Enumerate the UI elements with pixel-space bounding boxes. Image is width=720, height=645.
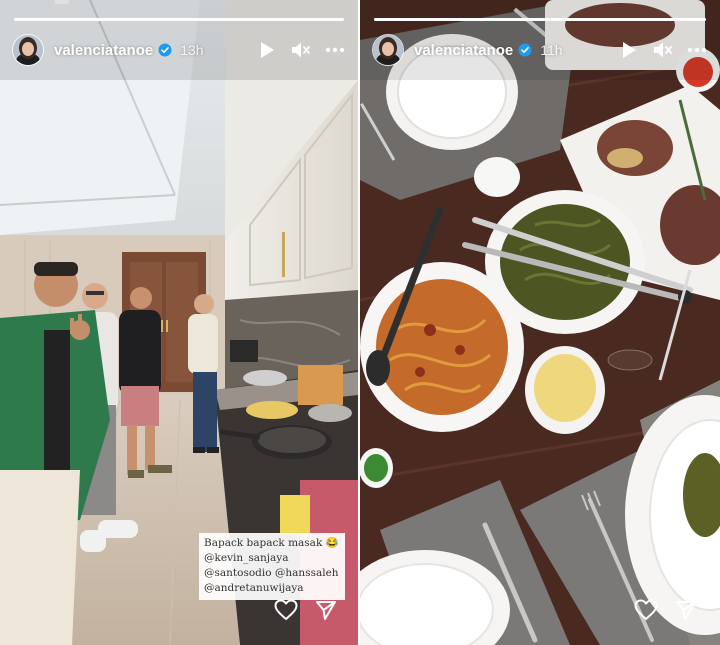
story-progress-fill bbox=[14, 18, 344, 21]
mute-icon[interactable] bbox=[652, 39, 674, 61]
username[interactable]: valenciatanoe bbox=[54, 42, 153, 59]
verified-badge-icon bbox=[158, 43, 172, 57]
heart-icon[interactable] bbox=[272, 596, 300, 624]
verified-badge-icon bbox=[518, 43, 532, 57]
avatar[interactable] bbox=[372, 34, 404, 66]
story-time: 13h bbox=[180, 42, 204, 58]
mention-link[interactable]: @kevin_sanjaya bbox=[204, 551, 339, 566]
caption-line: Bapack bapack masak 😂 bbox=[204, 537, 339, 549]
more-icon[interactable] bbox=[324, 39, 346, 61]
story-caption: Bapack bapack masak 😂 @kevin_sanjaya @sa… bbox=[199, 533, 345, 600]
avatar[interactable] bbox=[12, 34, 44, 66]
mute-icon[interactable] bbox=[290, 39, 312, 61]
play-icon[interactable] bbox=[618, 39, 640, 61]
send-icon[interactable] bbox=[312, 596, 340, 624]
story-time: 11h bbox=[540, 42, 563, 58]
play-icon[interactable] bbox=[256, 39, 278, 61]
mention-link[interactable]: @andretanuwijaya bbox=[204, 581, 339, 596]
heart-icon[interactable] bbox=[632, 596, 660, 624]
story-progress-fill bbox=[374, 18, 706, 21]
story-progress-bar bbox=[374, 18, 706, 21]
story-progress-bar bbox=[14, 18, 344, 21]
send-icon[interactable] bbox=[672, 596, 700, 624]
story-header: valenciatanoe 11h bbox=[372, 34, 708, 66]
mention-link[interactable]: @santosodio @hanssaleh bbox=[204, 566, 339, 581]
dinner-table-photo bbox=[360, 0, 720, 645]
story-left[interactable]: valenciatanoe 13h Bapack bapack masak 😂 … bbox=[0, 0, 358, 645]
username[interactable]: valenciatanoe bbox=[414, 42, 513, 59]
story-right[interactable]: valenciatanoe 11h bbox=[360, 0, 720, 645]
more-icon[interactable] bbox=[686, 39, 708, 61]
story-header: valenciatanoe 13h bbox=[12, 34, 346, 66]
story-viewer-pair: valenciatanoe 13h Bapack bapack masak 😂 … bbox=[0, 0, 720, 645]
